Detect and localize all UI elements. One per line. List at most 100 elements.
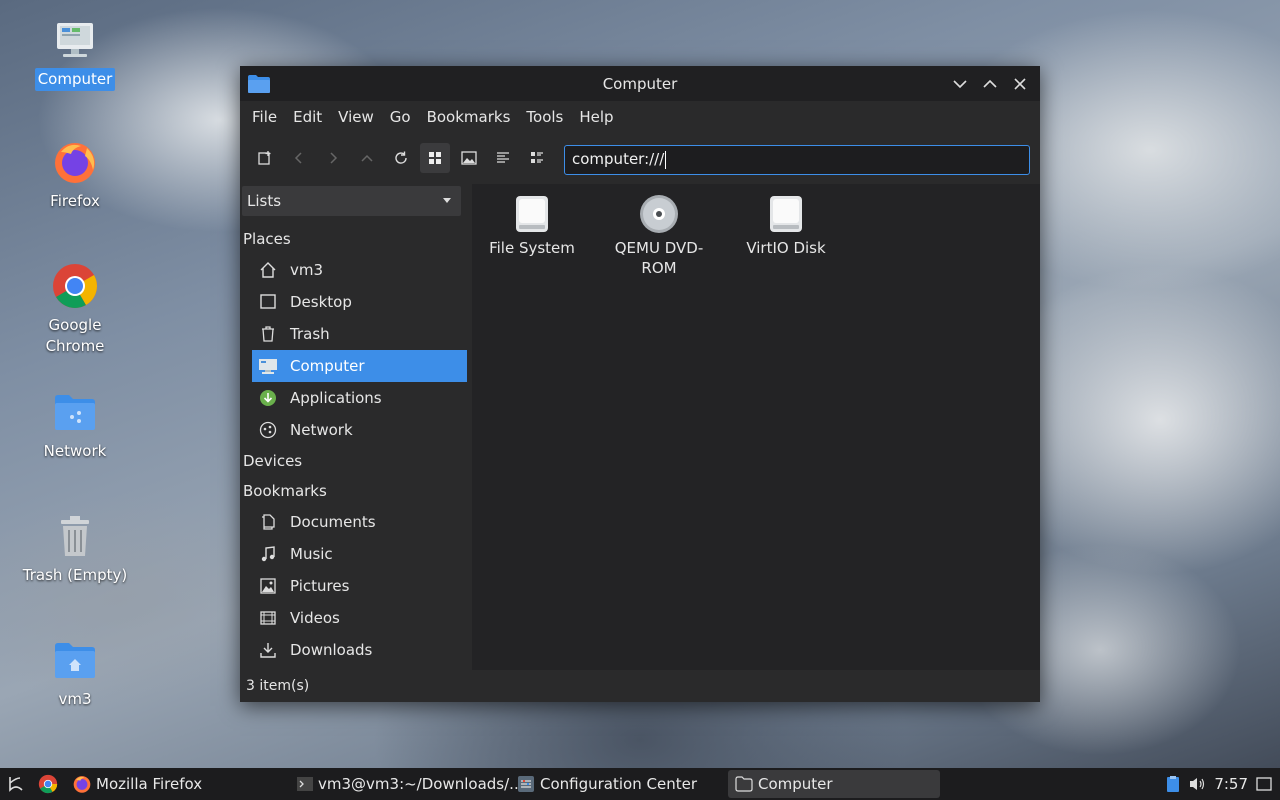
- app-menu-icon: [9, 777, 23, 792]
- menu-edit[interactable]: Edit: [285, 108, 330, 126]
- chevron-up-icon: [983, 79, 997, 88]
- dropdown-arrow-icon: [443, 198, 451, 203]
- location-bar[interactable]: computer:///: [564, 145, 1030, 175]
- task-label: Computer: [758, 775, 833, 793]
- side-pane-mode-value: Lists: [247, 192, 282, 210]
- menu-go[interactable]: Go: [382, 108, 419, 126]
- file-item-dvd[interactable]: QEMU DVD-ROM: [599, 192, 719, 278]
- sidebar-item-network[interactable]: Network: [252, 414, 467, 446]
- network-folder-icon: [51, 388, 99, 436]
- sidebar-item-label: Network: [290, 421, 353, 439]
- desktop-icon-home[interactable]: vm3: [10, 636, 140, 711]
- close-button[interactable]: [1008, 72, 1032, 96]
- desktop-icon-label: vm3: [58, 690, 92, 708]
- title-bar[interactable]: Computer: [240, 66, 1040, 101]
- file-view[interactable]: File System QEMU DVD-ROM VirtIO Disk: [472, 184, 1040, 670]
- computer-icon: [51, 16, 99, 64]
- chrome-icon: [51, 262, 99, 310]
- file-item-virtio-disk[interactable]: VirtIO Disk: [726, 192, 846, 258]
- new-tab-icon: [258, 151, 271, 165]
- menu-bar: File Edit View Go Bookmarks Tools Help: [240, 101, 1040, 133]
- pictures-icon: [257, 575, 279, 597]
- detail-view-icon: [531, 152, 543, 163]
- menu-file[interactable]: File: [244, 108, 285, 126]
- chrome-launcher[interactable]: [34, 770, 62, 798]
- task-configuration-center[interactable]: Configuration Center: [510, 770, 724, 798]
- minimize-button[interactable]: [948, 72, 972, 96]
- file-item-label: VirtIO Disk: [746, 239, 826, 257]
- sidebar-item-trash[interactable]: Trash: [252, 318, 467, 350]
- compact-view-button[interactable]: [488, 143, 518, 173]
- thumbnail-view-button[interactable]: [454, 143, 484, 173]
- new-tab-button[interactable]: [250, 143, 280, 173]
- taskbar: Mozilla Firefox vm3@vm3:~/Downloads/... …: [0, 768, 1280, 800]
- clipboard-icon[interactable]: [1166, 775, 1180, 793]
- maximize-button[interactable]: [978, 72, 1002, 96]
- section-places[interactable]: Places: [240, 224, 468, 254]
- sidebar-item-desktop[interactable]: Desktop: [252, 286, 467, 318]
- sidebar-item-label: vm3: [290, 261, 324, 279]
- file-item-label: File System: [489, 239, 575, 257]
- desktop-icon-label: Network: [43, 442, 107, 460]
- sidebar-item-label: Desktop: [290, 293, 352, 311]
- network-icon: [257, 419, 279, 441]
- documents-icon: [257, 511, 279, 533]
- firefox-icon: [72, 774, 92, 794]
- menu-view[interactable]: View: [330, 108, 382, 126]
- desktop-icon-network[interactable]: Network: [10, 388, 140, 463]
- sidebar-item-label: Downloads: [290, 641, 373, 659]
- side-pane-mode-select[interactable]: Lists: [242, 186, 461, 216]
- icon-view-button[interactable]: [420, 143, 450, 173]
- toolbar: computer:///: [240, 133, 1040, 183]
- reload-icon: [395, 151, 407, 164]
- section-devices[interactable]: Devices: [240, 446, 468, 476]
- back-button[interactable]: [284, 143, 314, 173]
- desktop-icon: [257, 291, 279, 313]
- menu-tools[interactable]: Tools: [518, 108, 571, 126]
- menu-bookmarks[interactable]: Bookmarks: [419, 108, 519, 126]
- forward-button[interactable]: [318, 143, 348, 173]
- sidebar-item-label: Trash: [290, 325, 330, 343]
- up-button[interactable]: [352, 143, 382, 173]
- sidebar-item-computer[interactable]: Computer: [252, 350, 467, 382]
- home-icon: [257, 259, 279, 281]
- sidebar-item-home[interactable]: vm3: [252, 254, 467, 286]
- task-terminal[interactable]: vm3@vm3:~/Downloads/...: [290, 770, 523, 798]
- task-computer[interactable]: Computer: [728, 770, 940, 798]
- videos-icon: [257, 607, 279, 629]
- sidebar-item-applications[interactable]: Applications: [252, 382, 467, 414]
- clock[interactable]: 7:57: [1214, 775, 1248, 793]
- volume-icon[interactable]: [1188, 776, 1206, 792]
- reload-button[interactable]: [386, 143, 416, 173]
- sidebar-item-videos[interactable]: Videos: [252, 602, 467, 634]
- trash-icon: [257, 323, 279, 345]
- folder-icon: [247, 74, 271, 98]
- sidebar-item-label: Pictures: [290, 577, 350, 595]
- task-firefox[interactable]: Mozilla Firefox: [66, 770, 286, 798]
- app-menu-button[interactable]: [0, 770, 32, 798]
- sidebar-item-downloads[interactable]: Downloads: [252, 634, 467, 666]
- home-folder-icon: [51, 636, 99, 684]
- drive-icon: [510, 192, 554, 236]
- desktop-icon-trash[interactable]: Trash (Empty): [10, 512, 140, 587]
- desktop-icon-firefox[interactable]: Firefox: [10, 138, 140, 213]
- forward-icon: [330, 152, 338, 164]
- sidebar-item-documents[interactable]: Documents: [252, 506, 467, 538]
- desktop-icon-chrome[interactable]: Google Chrome: [10, 262, 140, 358]
- sidebar-item-pictures[interactable]: Pictures: [252, 570, 467, 602]
- show-desktop-icon[interactable]: [1256, 777, 1272, 791]
- folder-icon: [734, 774, 754, 794]
- download-icon: [257, 639, 279, 661]
- text-caret: [665, 150, 667, 169]
- sidebar-item-label: Music: [290, 545, 333, 563]
- desktop-icon-computer[interactable]: Computer: [10, 16, 140, 91]
- up-icon: [361, 154, 373, 162]
- detailed-view-button[interactable]: [522, 143, 552, 173]
- section-bookmarks[interactable]: Bookmarks: [240, 476, 468, 506]
- menu-help[interactable]: Help: [571, 108, 621, 126]
- settings-icon: [516, 774, 536, 794]
- location-text: computer:///: [572, 150, 665, 168]
- optical-disc-icon: [637, 192, 681, 236]
- file-item-file-system[interactable]: File System: [472, 192, 592, 258]
- sidebar-item-music[interactable]: Music: [252, 538, 467, 570]
